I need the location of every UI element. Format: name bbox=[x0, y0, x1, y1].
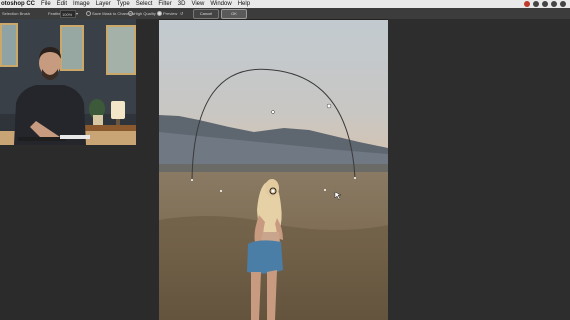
feather-dropdown-icon[interactable]: ▾ bbox=[76, 11, 78, 16]
feather-value: 100% bbox=[62, 12, 73, 17]
menu-image[interactable]: Image bbox=[73, 1, 90, 7]
ok-button[interactable]: OK bbox=[221, 9, 247, 19]
menu-window[interactable]: Window bbox=[210, 1, 231, 7]
menu-filter[interactable]: Filter bbox=[158, 1, 171, 7]
feather-field[interactable]: 100% bbox=[60, 10, 76, 18]
presenter-scene bbox=[0, 19, 136, 145]
document-canvas[interactable] bbox=[159, 20, 388, 320]
presenter-video bbox=[0, 19, 136, 145]
app-name[interactable]: otoshop CC bbox=[1, 1, 35, 7]
record-icon[interactable] bbox=[524, 1, 530, 7]
preview-label: Preview bbox=[163, 11, 178, 16]
cancel-button[interactable]: Cancel bbox=[193, 9, 219, 19]
menu-file[interactable]: File bbox=[41, 1, 51, 7]
tool-label: Selection Brush bbox=[2, 11, 31, 16]
cloud-icon[interactable] bbox=[533, 1, 539, 7]
high-quality-label: High Quality bbox=[134, 11, 156, 16]
save-mask-checkbox[interactable] bbox=[86, 11, 91, 17]
menu-bar: otoshop CC File Edit Image Layer Type Se… bbox=[0, 0, 570, 8]
menu-view[interactable]: View bbox=[191, 1, 204, 7]
high-quality-checkbox[interactable] bbox=[128, 11, 133, 17]
menu-3d[interactable]: 3D bbox=[178, 1, 186, 7]
photo-image bbox=[159, 20, 388, 320]
save-mask-option[interactable]: Save Mask to Channels bbox=[86, 11, 134, 17]
menu-edit[interactable]: Edit bbox=[57, 1, 67, 7]
wifi-icon[interactable] bbox=[551, 1, 557, 7]
preview-option[interactable]: Preview bbox=[157, 11, 178, 17]
battery-icon[interactable] bbox=[560, 1, 566, 7]
menu-help[interactable]: Help bbox=[238, 1, 250, 7]
menu-layer[interactable]: Layer bbox=[96, 1, 111, 7]
reset-icon[interactable]: ↺ bbox=[180, 11, 183, 16]
high-quality-option[interactable]: High Quality bbox=[128, 11, 156, 17]
menu-select[interactable]: Select bbox=[136, 1, 153, 7]
menu-type[interactable]: Type bbox=[117, 1, 130, 7]
right-panel bbox=[388, 19, 570, 320]
sync-icon[interactable] bbox=[542, 1, 548, 7]
preview-checkbox[interactable] bbox=[157, 11, 162, 17]
status-tray bbox=[524, 1, 566, 7]
